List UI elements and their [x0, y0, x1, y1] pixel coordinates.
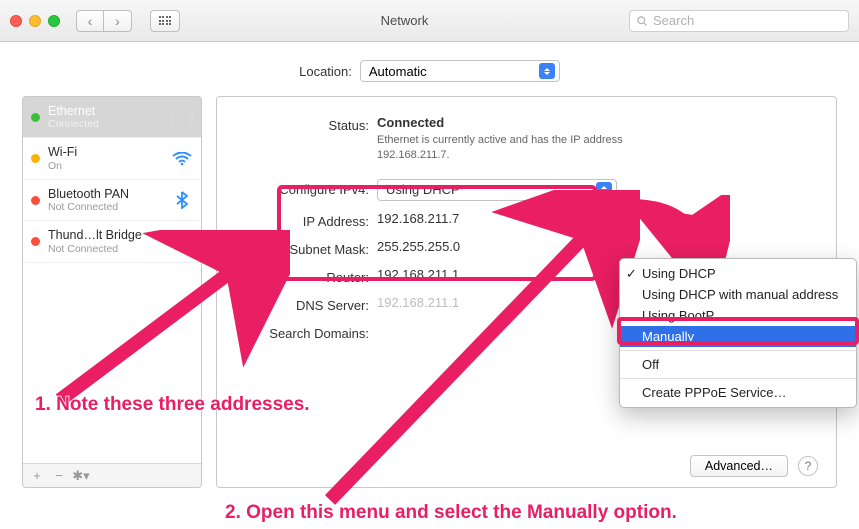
- status-description: Ethernet is currently active and has the…: [377, 133, 637, 163]
- router-label: Router:: [217, 267, 377, 285]
- search-input[interactable]: Search: [629, 10, 849, 32]
- subnet-label: Subnet Mask:: [217, 239, 377, 257]
- nav-back-forward: ‹ ›: [76, 10, 132, 32]
- chevron-updown-icon: [596, 182, 612, 198]
- add-interface-button[interactable]: +: [27, 468, 47, 483]
- show-all-button[interactable]: [150, 10, 180, 32]
- titlebar: ‹ › Network Search: [0, 0, 859, 42]
- ip-value: 192.168.211.7: [377, 211, 816, 229]
- sidebar-item-thunderbolt[interactable]: Thund…lt BridgeNot Connected ⟨⋯⟩: [23, 221, 201, 262]
- traffic-lights: [10, 15, 60, 27]
- menu-item-create-pppoe[interactable]: Create PPPoE Service…: [620, 382, 856, 403]
- configure-ipv4-menu: Using DHCP Using DHCP with manual addres…: [619, 258, 857, 408]
- status-dot: [31, 237, 40, 246]
- ip-label: IP Address:: [217, 211, 377, 229]
- advanced-button[interactable]: Advanced…: [690, 455, 788, 477]
- configure-label: Configure IPv4:: [217, 179, 377, 201]
- annotation-text-1: 1. Note these three addresses.: [35, 394, 310, 416]
- configure-ipv4-select[interactable]: Using DHCP: [377, 179, 617, 201]
- menu-item-dhcp[interactable]: Using DHCP: [620, 263, 856, 284]
- help-button[interactable]: ?: [798, 456, 818, 476]
- back-button[interactable]: ‹: [76, 10, 104, 32]
- menu-item-dhcp-manual[interactable]: Using DHCP with manual address: [620, 284, 856, 305]
- search-icon: [636, 15, 648, 27]
- sidebar-item-wifi[interactable]: Wi-FiOn: [23, 138, 201, 179]
- remove-interface-button[interactable]: −: [49, 468, 69, 483]
- dns-label: DNS Server:: [217, 295, 377, 313]
- menu-separator: [620, 378, 856, 379]
- status-dot: [31, 113, 40, 122]
- search-placeholder: Search: [653, 13, 694, 28]
- zoom-window-button[interactable]: [48, 15, 60, 27]
- menu-item-bootp[interactable]: Using BootP: [620, 305, 856, 326]
- wifi-icon: [171, 150, 193, 168]
- bluetooth-icon: [171, 191, 193, 209]
- annotation-text-2: 2. Open this menu and select the Manuall…: [225, 502, 677, 524]
- location-select[interactable]: Automatic: [360, 60, 560, 82]
- sidebar-item-bluetooth[interactable]: Bluetooth PANNot Connected: [23, 180, 201, 221]
- location-label: Location:: [299, 64, 352, 79]
- sidebar-item-ethernet[interactable]: EthernetConnected ⟨⋯⟩: [23, 97, 201, 138]
- menu-item-off[interactable]: Off: [620, 354, 856, 375]
- menu-separator: [620, 350, 856, 351]
- forward-button[interactable]: ›: [104, 10, 132, 32]
- location-value: Automatic: [369, 64, 427, 79]
- close-window-button[interactable]: [10, 15, 22, 27]
- subnet-value: 255.255.255.0: [377, 239, 816, 257]
- interface-sidebar: EthernetConnected ⟨⋯⟩ Wi-FiOn Bluetooth …: [22, 96, 202, 488]
- chevron-updown-icon: [539, 63, 555, 79]
- minimize-window-button[interactable]: [29, 15, 41, 27]
- status-label: Status:: [217, 115, 377, 163]
- thunderbolt-icon: ⟨⋯⟩: [171, 233, 193, 251]
- status-value: Connected: [377, 115, 816, 130]
- status-dot: [31, 154, 40, 163]
- window-title: Network: [188, 13, 621, 28]
- interface-actions-button[interactable]: ✱▾: [71, 468, 91, 484]
- ethernet-icon: ⟨⋯⟩: [171, 108, 193, 126]
- sidebar-footer: + − ✱▾: [23, 463, 201, 487]
- status-dot: [31, 196, 40, 205]
- grid-icon: [159, 16, 172, 25]
- location-row: Location: Automatic: [0, 42, 859, 96]
- menu-item-manually[interactable]: Manually: [620, 326, 856, 347]
- search-domains-label: Search Domains:: [217, 323, 377, 341]
